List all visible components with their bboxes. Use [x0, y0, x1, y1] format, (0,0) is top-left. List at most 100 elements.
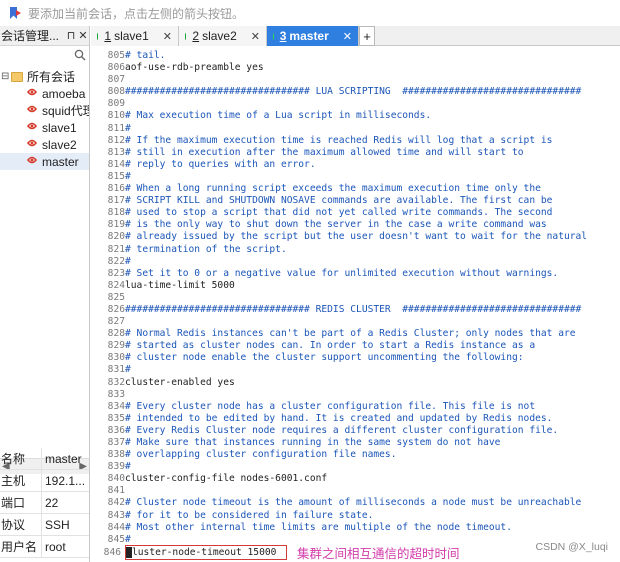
close-tab-icon[interactable]: ✕ [343, 30, 352, 43]
session-manager-title: 会话管理... [1, 29, 60, 43]
close-tab-icon[interactable]: ✕ [163, 30, 172, 43]
line-number: 806 [107, 62, 125, 74]
session-icon [26, 154, 38, 169]
session-tree: ⊟ 所有会话 amoeba squid代理 slave1 slave2 mast… [0, 66, 89, 170]
editor-line: 812 # If the maximum execution time is re… [91, 135, 620, 147]
line-number: 822 [107, 255, 125, 267]
property-key: 端口 [0, 492, 42, 513]
line-number: 808 [107, 86, 125, 98]
property-row: 名称 master [0, 448, 89, 470]
tree-root-all-sessions[interactable]: ⊟ 所有会话 [0, 68, 89, 85]
editor-line: 807 [91, 74, 620, 86]
line-number: 805 [107, 50, 125, 61]
line-number: 817 [107, 195, 125, 207]
bookmark-arrow-icon[interactable] [8, 6, 22, 20]
pin-icon[interactable]: ⊓ [65, 29, 77, 42]
search-icon[interactable] [74, 49, 86, 64]
line-number: 811 [107, 122, 125, 134]
session-properties: 名称 master 主机 192.1... 端口 22 协议 SSH 用户名 r… [0, 448, 89, 558]
property-key: 用户名 [0, 536, 42, 557]
property-key: 协议 [0, 514, 42, 535]
line-number: 829 [107, 340, 125, 352]
collapse-icon[interactable]: ⊟ [1, 71, 11, 82]
tree-root-label: 所有会话 [27, 70, 76, 84]
comment-text: # Every cluster node has a cluster confi… [125, 400, 536, 412]
line-number: 812 [107, 134, 125, 146]
watermark: CSDN @X_luqi [535, 541, 608, 553]
comment-text: # Set it to 0 or a negative value for un… [125, 267, 559, 279]
line-number: 816 [107, 183, 125, 195]
editor-line: 811 # [91, 123, 620, 135]
editor-line: 817 # SCRIPT KILL and SHUTDOWN NOSAVE com… [91, 195, 620, 207]
editor-line: 808 ################################ LUA … [91, 86, 620, 98]
comment-text: # still in execution after the maximum a… [125, 146, 524, 158]
editor-line: 828 # Normal Redis instances can't be par… [91, 328, 620, 340]
line-number: 832 [107, 376, 125, 388]
session-label: amoeba [42, 86, 86, 101]
comment-text: # termination of the script. [125, 243, 287, 255]
line-number: 838 [107, 449, 125, 461]
new-tab-button[interactable]: + [359, 26, 375, 46]
property-row: 协议 SSH [0, 514, 89, 536]
session-item-amoeba[interactable]: amoeba [0, 85, 89, 102]
session-item-slave1[interactable]: slave1 [0, 119, 89, 136]
session-item-master[interactable]: master [0, 153, 89, 170]
editor-line: 816 # When a long running script exceeds … [91, 183, 620, 195]
comment-text: # for it to be considered in failure sta… [125, 509, 374, 521]
editor-line: 837 # Make sure that instances running in… [91, 437, 620, 449]
line-number: 819 [107, 219, 125, 231]
line-number: 815 [107, 170, 125, 182]
highlighted-config-text: luster-node-timeout 15000 [132, 547, 277, 558]
session-icon [26, 120, 38, 135]
session-item-squid[interactable]: squid代理 [0, 102, 89, 119]
editor-line: 836 # Every Redis Cluster node requires a… [91, 425, 620, 437]
comment-text: # When a long running script exceeds the… [125, 183, 541, 195]
editor-line: 831 # [91, 364, 620, 376]
comment-text: # [125, 122, 131, 134]
tab-master[interactable]: 3 master ✕ [267, 26, 359, 46]
tab-label: master [289, 29, 329, 43]
line-number: 830 [107, 352, 125, 364]
session-label: master [42, 154, 79, 169]
property-value: root [45, 540, 66, 554]
comment-text: # [125, 255, 131, 267]
line-number: 844 [107, 521, 125, 533]
close-tab-icon[interactable]: ✕ [251, 30, 260, 43]
editor-line: 820 # already issued by the script but th… [91, 231, 620, 243]
comment-text: # Cluster node timeout is the amount of … [125, 497, 582, 509]
editor-line: 818 # used to stop a script that did not … [91, 207, 620, 219]
session-search[interactable] [0, 46, 89, 66]
annotation-text: 集群之间相互通信的超时时间 [297, 546, 460, 561]
line-number: 828 [107, 328, 125, 340]
editor-line: 834 # Every cluster node has a cluster co… [91, 401, 620, 413]
session-label: squid代理 [42, 104, 89, 118]
editor-line: 844 # Most other internal time limits are… [91, 522, 620, 534]
comment-text: # Most other internal time limits are mu… [125, 521, 512, 533]
session-hint-text: 要添加当前会话，点击左侧的箭头按钮。 [28, 6, 245, 21]
tab-slave1[interactable]: 1 slave1 ✕ [91, 26, 179, 46]
comment-text: # Make sure that instances running in th… [125, 437, 501, 448]
property-value: 22 [45, 496, 59, 510]
editor-line: 822 # [91, 256, 620, 268]
line-number: 827 [107, 316, 125, 328]
comment-text: # SCRIPT KILL and SHUTDOWN NOSAVE comman… [125, 195, 553, 207]
close-icon[interactable]: ✕ [77, 29, 89, 42]
highlighted-config-line[interactable]: luster-node-timeout 15000 [125, 545, 287, 560]
comment-text: # is the only way to shut down the serve… [125, 219, 547, 231]
property-key: 主机 [0, 470, 42, 491]
property-key: 名称 [0, 448, 42, 469]
line-number: 810 [107, 110, 125, 122]
line-number: 837 [107, 437, 125, 448]
comment-text: # Normal Redis instances can't be part o… [125, 328, 576, 340]
editor-line: 806 aof-use-rdb-preamble yes [91, 62, 620, 74]
editor-line: 838 # overlapping cluster configuration f… [91, 449, 620, 461]
editor-line: 843 # for it to be considered in failure … [91, 510, 620, 522]
editor-line: 810 # Max execution time of a Lua script … [91, 110, 620, 122]
property-value: master [45, 452, 82, 466]
terminal-editor[interactable]: 805 # tail. 806 aof-use-rdb-preamble yes 807… [91, 47, 620, 562]
session-hint-bar: 要添加当前会话，点击左侧的箭头按钮。 [0, 0, 620, 26]
comment-text: # Every Redis Cluster node requires a di… [125, 424, 559, 436]
line-number: 826 [107, 303, 125, 315]
tab-slave2[interactable]: 2 slave2 ✕ [179, 26, 267, 46]
session-item-slave2[interactable]: slave2 [0, 136, 89, 153]
